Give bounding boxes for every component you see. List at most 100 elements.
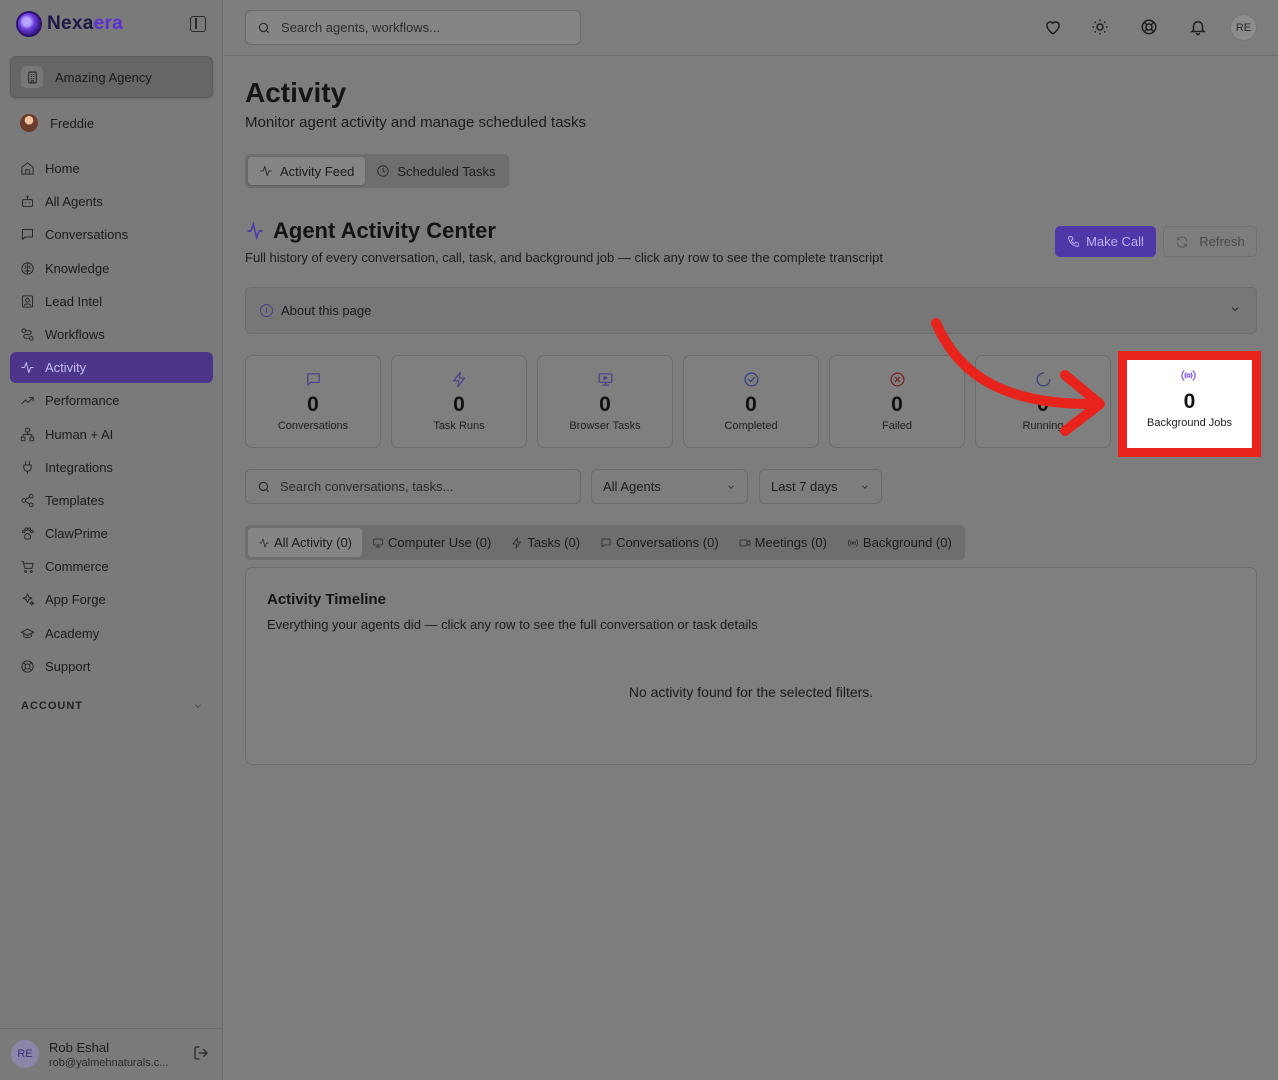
sidebar-item-label: All Agents	[45, 194, 103, 210]
logo[interactable]: Nexaera	[16, 10, 212, 38]
user-avatar	[20, 114, 38, 132]
sun-icon[interactable]	[1091, 18, 1109, 36]
tab-computer-use[interactable]: Computer Use (0)	[362, 528, 501, 557]
message-icon	[307, 373, 320, 386]
sidebar-item-conversations[interactable]: Conversations	[10, 219, 213, 250]
chevron-down-icon	[195, 704, 201, 708]
workflow-icon	[21, 328, 34, 341]
footer-user-email: rob@yalmehnaturals.c...	[49, 1057, 169, 1069]
stat-card-conversations[interactable]: 0 Conversations	[245, 355, 381, 448]
agent-filter-select[interactable]: All Agents	[591, 469, 748, 504]
make-call-label: Make Call	[1086, 234, 1144, 249]
activity-timeline-card: Activity Timeline Everything your agents…	[245, 567, 1257, 765]
plug-icon	[23, 460, 32, 474]
activity-icon	[21, 362, 34, 374]
tab-activity-feed[interactable]: Activity Feed	[248, 157, 366, 185]
sidebar-item-label: Lead Intel	[45, 293, 103, 309]
sidebar-item-label: Activity	[45, 360, 87, 376]
logout-icon[interactable]	[193, 1045, 209, 1061]
make-call-button[interactable]: Make Call	[1055, 226, 1156, 257]
sidebar-item-label: Human + AI	[45, 426, 114, 442]
sidebar-item-activity[interactable]: Activity	[10, 352, 213, 384]
sidebar-item-app-forge[interactable]: App Forge	[10, 584, 213, 615]
global-search-input[interactable]: Search agents, workflows...	[245, 10, 581, 45]
date-range-value: Last 7 days	[771, 479, 838, 494]
main-content: Activity Monitor agent activity and mana…	[224, 57, 1278, 1080]
stat-label: Task Runs	[433, 420, 485, 432]
stat-label: Browser Tasks	[569, 420, 641, 432]
contact-icon	[22, 295, 33, 308]
phone-icon	[1068, 236, 1079, 247]
top-user-avatar[interactable]: RE	[1230, 14, 1257, 41]
date-range-select[interactable]: Last 7 days	[759, 469, 882, 504]
stat-value: 0	[745, 393, 757, 416]
video-icon	[739, 539, 751, 546]
stat-card-completed[interactable]: 0 Completed	[683, 355, 819, 448]
about-label: About this page	[281, 303, 372, 318]
sidebar-item-performance[interactable]: Performance	[10, 385, 213, 416]
sidebar-item-all-agents[interactable]: All Agents	[10, 186, 213, 217]
tab-background[interactable]: Background (0)	[837, 528, 962, 557]
monitor-icon	[598, 373, 613, 386]
network-icon	[20, 427, 35, 441]
sidebar-item-commerce[interactable]: Commerce	[10, 551, 213, 582]
sidebar-item-label: Templates	[45, 492, 105, 508]
info-icon	[260, 304, 273, 317]
sparkles-icon	[22, 593, 35, 607]
sidebar-item-templates[interactable]: Templates	[10, 485, 213, 516]
tab-label: Scheduled Tasks	[397, 163, 496, 179]
section-subtitle: Full history of every conversation, call…	[245, 250, 884, 265]
timeline-subtitle: Everything your agents did — click any r…	[267, 617, 758, 632]
sidebar-item-workflows[interactable]: Workflows	[10, 319, 213, 350]
radio-icon	[1181, 370, 1196, 381]
page-tabs: Activity Feed Scheduled Tasks	[245, 154, 510, 188]
sidebar-item-home[interactable]: Home	[10, 153, 213, 184]
search-icon	[258, 481, 270, 492]
stat-card-browser-tasks[interactable]: 0 Browser Tasks	[537, 355, 673, 448]
topbar: Search agents, workflows... RE	[224, 0, 1278, 56]
share-icon	[21, 493, 34, 508]
logo-text: Nexaera	[47, 13, 124, 34]
lifebuoy-icon	[21, 660, 34, 673]
tab-meetings[interactable]: Meetings (0)	[729, 528, 837, 557]
help-lifebuoy-icon[interactable]	[1140, 18, 1158, 36]
tab-scheduled-tasks[interactable]: Scheduled Tasks	[365, 157, 506, 185]
tab-all-activity[interactable]: All Activity (0)	[248, 528, 363, 557]
sidebar-item-label: Commerce	[45, 559, 109, 575]
stat-value: 0	[453, 393, 465, 416]
sidebar-item-support[interactable]: Support	[10, 651, 213, 682]
footer-avatar[interactable]: RE	[11, 1040, 39, 1068]
heart-icon[interactable]	[1044, 18, 1062, 36]
bell-icon[interactable]	[1189, 18, 1207, 36]
activity-search-input[interactable]: Search conversations, tasks...	[245, 469, 581, 504]
tab-conversations[interactable]: Conversations (0)	[590, 528, 729, 557]
sidebar-item-label: Academy	[45, 625, 100, 641]
stat-label: Conversations	[277, 420, 349, 432]
tab-tasks[interactable]: Tasks (0)	[501, 528, 590, 557]
sidebar-item-lead-intel[interactable]: Lead Intel	[10, 286, 213, 317]
stat-card-task-runs[interactable]: 0 Task Runs	[391, 355, 527, 448]
sidebar-item-integrations[interactable]: Integrations	[10, 452, 213, 483]
footer-user-name: Rob Eshal	[49, 1040, 109, 1055]
sidebar-item-knowledge[interactable]: Knowledge	[10, 253, 213, 284]
sidebar-item-label: Performance	[45, 393, 120, 409]
stat-card-background-jobs[interactable]: 0 Background Jobs	[1118, 351, 1261, 457]
section-title: Agent Activity Center	[245, 218, 496, 244]
sidebar-collapse-icon[interactable]	[190, 16, 206, 32]
sidebar-item-academy[interactable]: Academy	[10, 618, 213, 649]
sidebar-item-human-ai[interactable]: Human + AI	[10, 419, 213, 450]
graduation-cap-icon	[20, 628, 35, 638]
refresh-icon	[1177, 235, 1188, 248]
current-user[interactable]: Freddie	[20, 114, 94, 132]
x-circle-icon	[890, 372, 905, 387]
brain-icon	[21, 261, 34, 275]
chevron-down-icon	[1231, 307, 1239, 312]
chevron-down-icon	[728, 484, 734, 489]
org-switcher[interactable]: Amazing Agency	[10, 56, 213, 98]
sidebar-item-label: ClawPrime	[45, 526, 108, 542]
refresh-button[interactable]: Refresh	[1163, 226, 1257, 257]
check-circle-icon	[744, 372, 759, 387]
account-section-toggle[interactable]: ACCOUNT	[21, 700, 203, 712]
org-name: Amazing Agency	[55, 69, 152, 85]
sidebar-item-clawprime[interactable]: ClawPrime	[10, 518, 213, 549]
